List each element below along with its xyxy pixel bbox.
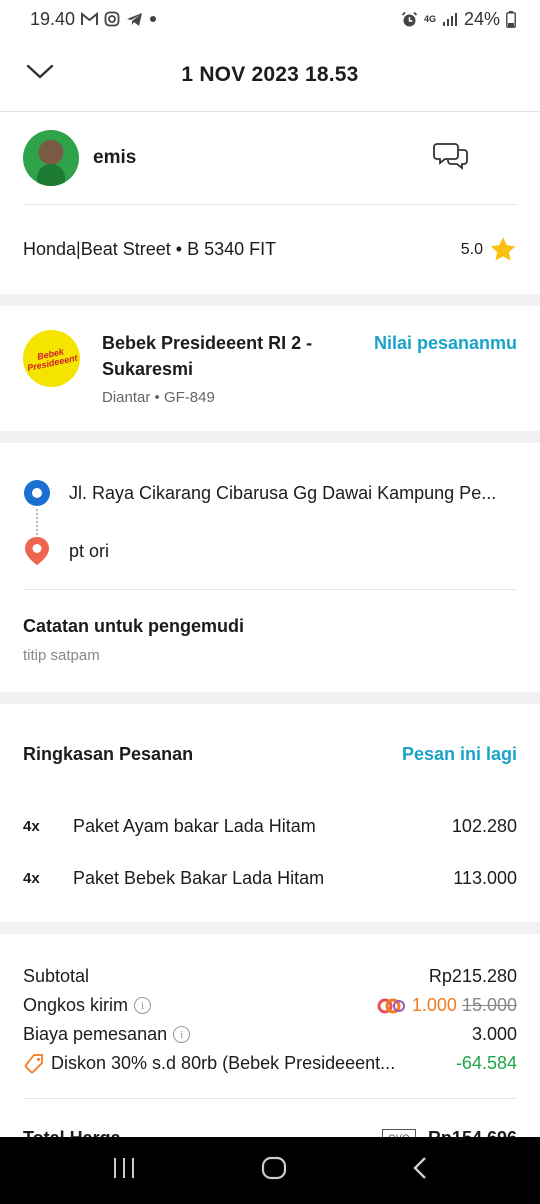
status-left: 19.40 xyxy=(30,9,157,30)
system-nav-bar xyxy=(0,1137,540,1204)
rating-value: 5.0 xyxy=(460,240,483,258)
promo-rings-icon xyxy=(377,998,405,1013)
item-name: Paket Bebek Bakar Lada Hitam xyxy=(73,867,325,888)
vehicle-row: Honda|Beat Street • B 5340 FIT 5.0 xyxy=(23,205,517,294)
driver-avatar xyxy=(23,130,79,186)
driver-name: emis xyxy=(93,147,137,168)
merchant-info: Bebek Presideeent RI 2 - Sukaresmi Diant… xyxy=(102,330,332,406)
driver-row: emis xyxy=(23,112,517,204)
route-section: Jl. Raya Cikarang Cibarusa Gg Dawai Kamp… xyxy=(0,443,540,692)
reorder-link[interactable]: Pesan ini lagi xyxy=(402,744,517,765)
alarm-icon xyxy=(401,11,418,28)
rate-order-link[interactable]: Nilai pesananmu xyxy=(374,333,517,354)
back-icon[interactable] xyxy=(412,1156,428,1185)
driver-note: Catatan untuk pengemudi titip satpam xyxy=(23,590,517,692)
subtotal-label: Subtotal xyxy=(23,966,90,986)
section-divider xyxy=(0,922,540,934)
delivery-new-price: 1.000 xyxy=(411,995,457,1015)
section-divider xyxy=(0,294,540,306)
location-pin-icon xyxy=(25,537,49,565)
item-qty: 4x xyxy=(23,817,40,835)
order-fee-row: Biaya pemesanan i 3.000 xyxy=(23,1020,517,1049)
item-name: Paket Ayam bakar Lada Hitam xyxy=(73,815,316,836)
gmail-icon xyxy=(81,12,99,26)
list-item: 4x Paket Ayam bakar Lada Hitam 102.280 xyxy=(23,800,517,852)
status-time: 19.40 xyxy=(30,8,76,29)
order-summary: Ringkasan Pesanan Pesan ini lagi 4x Pake… xyxy=(0,704,540,922)
driver-section: emis Honda|Beat Street • B 5340 FIT 5.0 xyxy=(0,112,540,294)
delivery-label: Ongkos kirim xyxy=(23,995,129,1015)
header: 1 NOV 2023 18.53 xyxy=(0,38,540,112)
tag-icon xyxy=(24,1053,43,1073)
status-right: 4G 24% xyxy=(401,9,516,30)
section-divider xyxy=(0,431,540,443)
subtotal-row: Subtotal Rp215.280 xyxy=(23,962,517,991)
dot-icon xyxy=(149,15,157,23)
subtotal-value: Rp215.280 xyxy=(428,966,517,986)
order-fee-value: 3.000 xyxy=(471,1024,517,1044)
route-connector xyxy=(36,509,38,535)
delivery-row: Ongkos kirim i 1.000 15.000 xyxy=(23,991,517,1020)
delivery-old-price: 15.000 xyxy=(461,995,517,1015)
list-item: 4x Paket Bebek Bakar Lada Hitam 113.000 xyxy=(23,852,517,904)
chevron-down-icon[interactable] xyxy=(26,62,54,86)
discount-label-group: Diskon 30% s.d 80rb (Bebek Presideeent..… xyxy=(23,1053,421,1075)
note-text: titip satpam xyxy=(23,647,100,664)
discount-value: -64.584 xyxy=(455,1053,517,1073)
merchant-subtitle: Diantar • GF-849 xyxy=(102,389,215,406)
pickup-address: Jl. Raya Cikarang Cibarusa Gg Dawai Kamp… xyxy=(69,482,497,503)
merchant-section: Bebek Presideeent Bebek Presideeent RI 2… xyxy=(0,306,540,431)
network-type: 4G xyxy=(423,13,436,24)
summary-title: Ringkasan Pesanan xyxy=(23,744,194,764)
pickup-row: Jl. Raya Cikarang Cibarusa Gg Dawai Kamp… xyxy=(23,477,517,509)
merchant-name: Bebek Presideeent RI 2 - Sukaresmi xyxy=(102,333,313,379)
summary-header: Ringkasan Pesanan Pesan ini lagi xyxy=(23,704,517,800)
signal-icon xyxy=(442,12,458,26)
dropoff-address: pt ori xyxy=(69,540,110,561)
vehicle-info: Honda|Beat Street • B 5340 FIT xyxy=(23,239,277,259)
order-fee-label: Biaya pemesanan xyxy=(23,1024,168,1044)
telegram-icon xyxy=(126,12,143,27)
chat-icon[interactable] xyxy=(433,140,469,177)
fee-breakdown: Subtotal Rp215.280 Ongkos kirim i 1.000 … xyxy=(23,934,517,1098)
page-title: 1 NOV 2023 18.53 xyxy=(181,62,359,86)
pickup-dot-icon xyxy=(24,480,50,506)
item-qty: 4x xyxy=(23,869,40,887)
recent-apps-icon[interactable] xyxy=(112,1157,136,1184)
home-icon[interactable] xyxy=(261,1156,287,1185)
driver-rating: 5.0 xyxy=(461,236,517,263)
merchant-logo: Bebek Presideeent xyxy=(23,330,80,387)
discount-row: Diskon 30% s.d 80rb (Bebek Presideeent..… xyxy=(23,1049,517,1078)
dropoff-row: pt ori xyxy=(23,535,517,567)
note-title: Catatan untuk pengemudi xyxy=(23,616,245,636)
delivery-value-group: 1.000 15.000 xyxy=(377,995,517,1016)
delivery-label-group: Ongkos kirim i xyxy=(23,995,152,1016)
info-icon[interactable]: i xyxy=(134,997,152,1014)
instagram-icon xyxy=(104,11,120,27)
battery-percent: 24% xyxy=(463,8,500,29)
section-divider xyxy=(0,692,540,704)
star-icon xyxy=(490,237,516,261)
status-bar: 19.40 4G 24% xyxy=(0,0,540,38)
discount-label: Diskon 30% s.d 80rb (Bebek Presideeent..… xyxy=(51,1053,396,1073)
merchant-logo-text: Bebek Presideeent xyxy=(25,344,79,373)
item-price: 102.280 xyxy=(451,815,517,836)
order-fee-label-group: Biaya pemesanan i xyxy=(23,1024,191,1045)
item-price: 113.000 xyxy=(453,867,517,888)
battery-icon xyxy=(506,10,516,28)
info-icon[interactable]: i xyxy=(173,1026,191,1043)
